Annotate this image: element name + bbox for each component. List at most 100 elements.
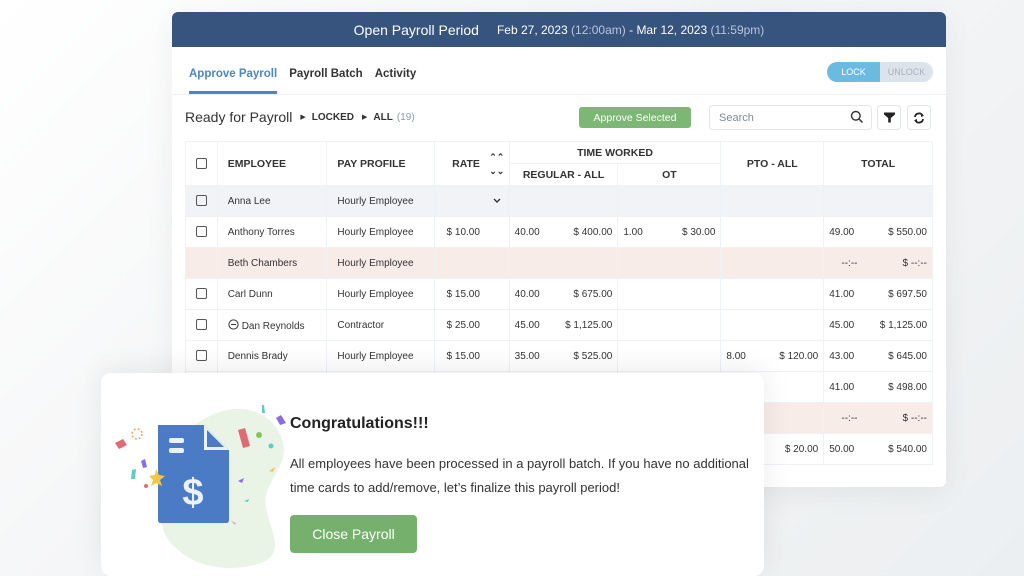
employee-name-cell[interactable]: Dan Reynolds bbox=[216, 309, 328, 341]
pay-profile-cell: Hourly Employee bbox=[326, 216, 436, 248]
row-select-cell bbox=[185, 185, 218, 217]
pto-hours-cell bbox=[720, 278, 772, 310]
breadcrumb-filter[interactable]: ALL bbox=[373, 112, 392, 123]
collapse-all-icon[interactable]: ⌄⌄ bbox=[485, 164, 509, 178]
period-separator: - bbox=[629, 22, 634, 37]
pto-hours-cell bbox=[720, 247, 772, 279]
row-checkbox[interactable] bbox=[195, 350, 207, 362]
total-hours-cell: 41.00 bbox=[823, 278, 875, 310]
refresh-icon bbox=[914, 112, 924, 123]
regular-hours-cell bbox=[508, 247, 561, 279]
regular-amount-cell bbox=[560, 185, 619, 217]
minus-circle-icon bbox=[228, 318, 242, 332]
tab-payroll-batch[interactable]: Payroll Batch bbox=[289, 68, 363, 94]
row-checkbox[interactable] bbox=[195, 319, 207, 331]
select-all-checkbox[interactable] bbox=[195, 158, 207, 170]
ot-amount-cell bbox=[668, 309, 722, 341]
total-hours-cell: 45.00 bbox=[823, 309, 875, 341]
tab-approve-payroll[interactable]: Approve Payroll bbox=[189, 68, 278, 94]
rate-cell: $ 15.00 bbox=[434, 340, 485, 372]
tab-bar: Approve Payroll Payroll Batch Activity L… bbox=[172, 47, 946, 95]
employee-name-cell[interactable]: Carl Dunn bbox=[216, 278, 328, 310]
tab-activity[interactable]: Activity bbox=[375, 68, 417, 94]
pto-amount-cell bbox=[771, 371, 825, 403]
total-amount-cell: $ 645.00 bbox=[874, 340, 933, 372]
regular-amount-cell: $ 675.00 bbox=[560, 278, 619, 310]
confetti-illustration: $ bbox=[115, 405, 286, 568]
search-box bbox=[709, 105, 872, 130]
total-amount-cell: $ --:-- bbox=[874, 247, 933, 279]
refresh-button[interactable] bbox=[907, 105, 931, 130]
ot-hours-cell bbox=[617, 309, 669, 341]
regular-hours-cell: 40.00 bbox=[508, 216, 561, 248]
expand-collapse-all[interactable]: ⌃⌃ ⌄⌄ bbox=[484, 141, 510, 186]
total-amount-cell: $ --:-- bbox=[874, 402, 933, 434]
ot-amount-cell bbox=[668, 340, 722, 372]
table-row[interactable]: Anna Lee Hourly Employee bbox=[185, 185, 933, 217]
breadcrumb-root[interactable]: Ready for Payroll bbox=[185, 109, 292, 125]
row-checkbox[interactable] bbox=[195, 288, 207, 300]
header-regular[interactable]: REGULAR - ALL bbox=[508, 163, 619, 186]
filter-icon bbox=[883, 112, 895, 123]
lock-toggle[interactable]: LOCK UNLOCK bbox=[827, 62, 933, 82]
expand-cell bbox=[484, 247, 510, 279]
approve-selected-button[interactable]: Approve Selected bbox=[579, 107, 691, 128]
total-hours-cell: 43.00 bbox=[823, 340, 875, 372]
filter-button[interactable] bbox=[877, 105, 901, 130]
search-input[interactable] bbox=[719, 111, 849, 124]
header-ot[interactable]: OT bbox=[617, 163, 722, 186]
search-icon[interactable] bbox=[850, 110, 864, 127]
regular-hours-cell: 45.00 bbox=[508, 309, 561, 341]
lock-option[interactable]: LOCK bbox=[827, 62, 880, 82]
table-row[interactable]: Carl Dunn Hourly Employee $ 15.00 40.00 $ 67… bbox=[185, 278, 933, 310]
regular-amount-cell bbox=[560, 247, 619, 279]
header-rate[interactable]: RATE bbox=[434, 141, 485, 186]
table-row[interactable]: Dennis Brady Hourly Employee $ 15.00 35.00 $… bbox=[185, 340, 933, 372]
caret-right-icon: ▶ bbox=[300, 114, 306, 121]
header-employee[interactable]: EMPLOYEE bbox=[216, 141, 328, 186]
regular-hours-cell: 35.00 bbox=[508, 340, 561, 372]
close-payroll-button[interactable]: Close Payroll bbox=[290, 515, 417, 553]
ot-hours-cell bbox=[617, 247, 669, 279]
total-amount-cell: $ 550.00 bbox=[874, 216, 933, 248]
pto-amount-cell: $ 20.00 bbox=[771, 433, 825, 465]
rate-cell bbox=[434, 247, 485, 279]
employee-name-cell[interactable]: Beth Chambers bbox=[216, 247, 328, 279]
ot-amount-cell bbox=[668, 185, 722, 217]
header-pto[interactable]: PTO - ALL bbox=[720, 141, 825, 186]
employee-name-cell[interactable]: Dennis Brady bbox=[216, 340, 328, 372]
period-range: Feb 27, 2023 (12:00am) - Mar 12, 2023 (1… bbox=[497, 23, 764, 37]
breadcrumb-status[interactable]: LOCKED bbox=[312, 112, 354, 123]
row-checkbox[interactable] bbox=[195, 226, 207, 238]
regular-hours-cell: 40.00 bbox=[508, 278, 561, 310]
period-start-date: Feb 27, 2023 bbox=[496, 22, 568, 37]
expand-cell bbox=[484, 185, 510, 217]
row-checkbox[interactable] bbox=[195, 195, 207, 207]
chevron-down-icon[interactable] bbox=[493, 196, 501, 207]
pto-amount-cell bbox=[771, 278, 825, 310]
row-select-cell bbox=[185, 216, 218, 248]
total-hours-cell: --:-- bbox=[823, 247, 875, 279]
expand-cell bbox=[484, 278, 510, 310]
header-pay-profile[interactable]: PAY PROFILE bbox=[326, 141, 436, 186]
pto-amount-cell bbox=[771, 247, 825, 279]
select-all-cell bbox=[185, 141, 218, 186]
table-row[interactable]: Anthony Torres Hourly Employee $ 10.00 40.0… bbox=[185, 216, 933, 248]
header-total[interactable]: TOTAL bbox=[823, 141, 933, 186]
ot-hours-cell bbox=[617, 278, 669, 310]
ot-amount-cell: $ 30.00 bbox=[668, 216, 722, 248]
expand-cell bbox=[484, 309, 510, 341]
employee-name-cell[interactable]: Anthony Torres bbox=[216, 216, 328, 248]
expand-all-icon[interactable]: ⌃⌃ bbox=[485, 150, 509, 164]
table-row[interactable]: Beth Chambers Hourly Employee --:-- $ --:-- bbox=[185, 247, 933, 279]
ot-hours-cell: 1.00 bbox=[617, 216, 669, 248]
employee-name: Beth Chambers bbox=[227, 257, 298, 269]
pto-amount-cell bbox=[771, 402, 825, 434]
unlock-option[interactable]: UNLOCK bbox=[880, 62, 933, 82]
employee-name-cell[interactable]: Anna Lee bbox=[216, 185, 328, 217]
breadcrumb-count: (19) bbox=[396, 111, 415, 123]
congratulations-modal: $ Congratulations!!! All employees have … bbox=[101, 373, 764, 576]
regular-amount-cell: $ 525.00 bbox=[560, 340, 619, 372]
ot-amount-cell bbox=[668, 278, 722, 310]
table-row[interactable]: Dan Reynolds Contractor $ 25.00 45.00 $ 1,12… bbox=[185, 309, 933, 341]
